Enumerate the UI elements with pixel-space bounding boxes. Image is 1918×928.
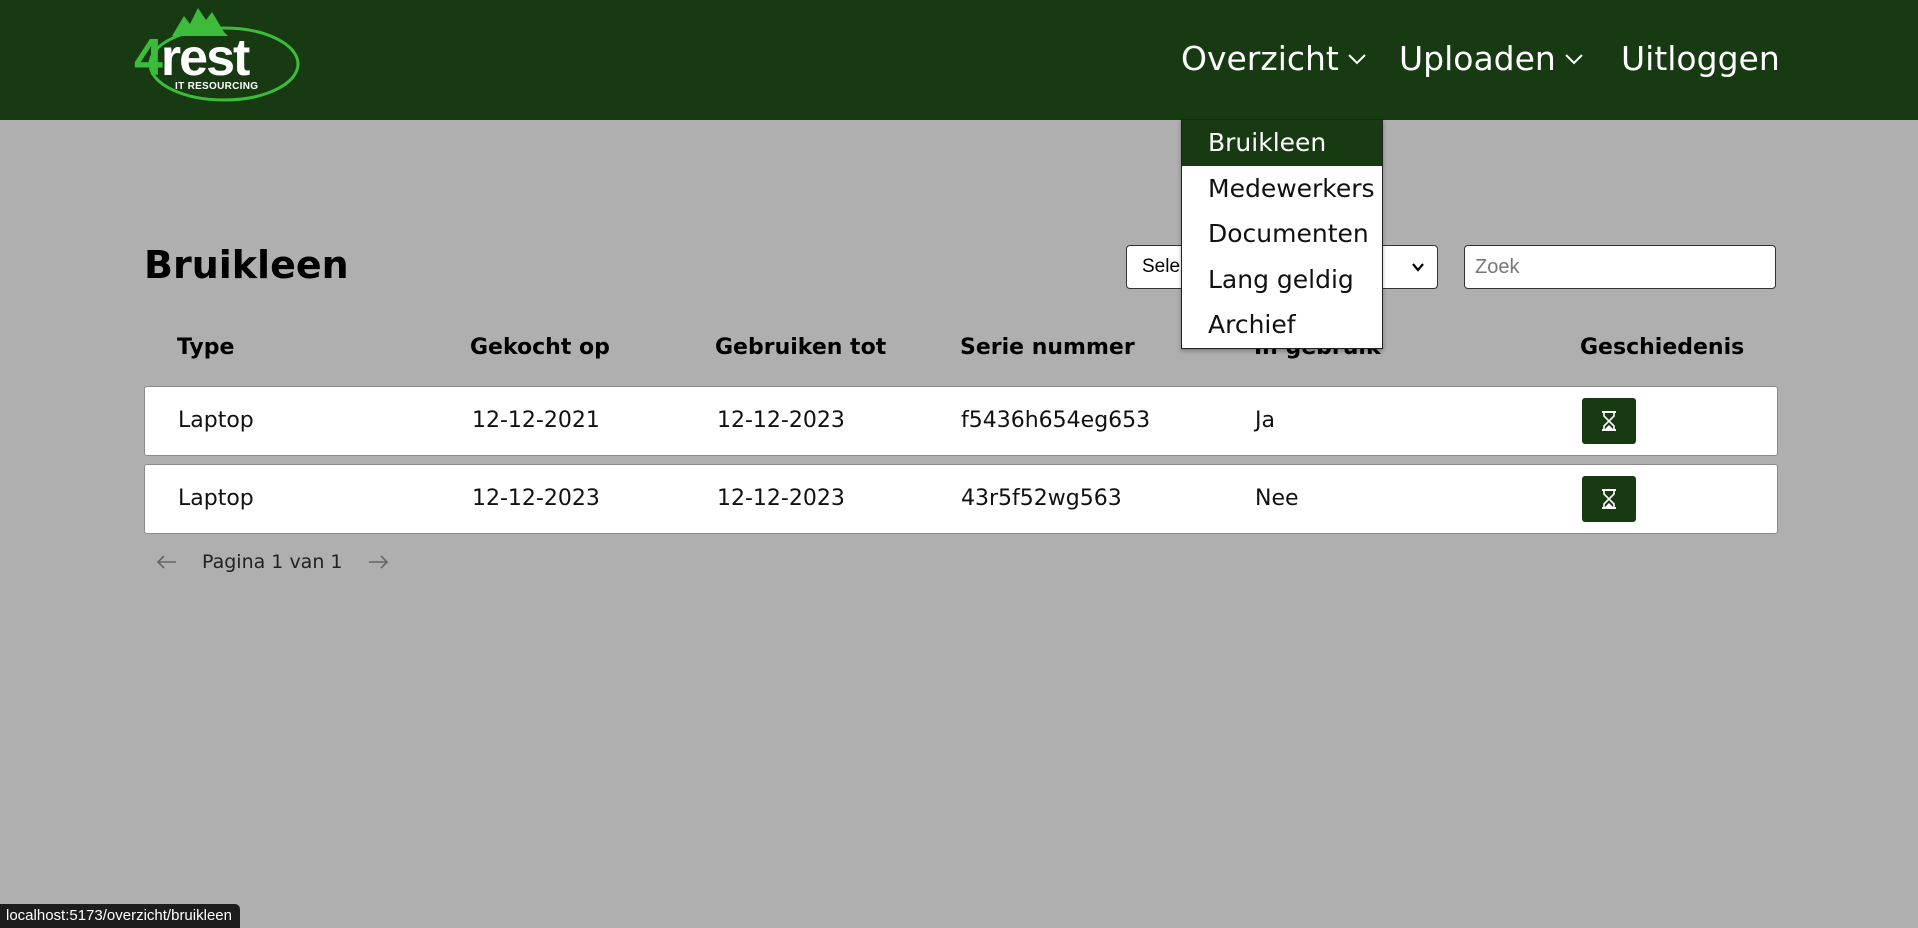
history-button[interactable] [1582, 398, 1636, 444]
arrow-right-icon[interactable] [367, 555, 389, 569]
cell-gebruiken-tot: 12-12-2023 [717, 486, 845, 511]
pagination-label: Pagina 1 van 1 [202, 551, 343, 573]
cell-gebruiken-tot: 12-12-2023 [717, 408, 845, 433]
top-navbar: 4rest IT RESOURCING Overzicht Uploaden U… [0, 0, 1918, 120]
nav-overzicht[interactable]: Overzicht [1181, 36, 1367, 82]
cell-in-gebruik: Ja [1255, 408, 1275, 433]
hourglass-icon [1602, 489, 1616, 509]
column-header-type: Type [177, 335, 235, 360]
history-button[interactable] [1582, 476, 1636, 522]
search-input[interactable] [1464, 245, 1776, 289]
menu-item-medewerkers[interactable]: Medewerkers [1182, 166, 1382, 212]
cell-type: Laptop [178, 408, 254, 433]
arrow-left-icon[interactable] [156, 555, 178, 569]
nav-overzicht-label: Overzicht [1181, 39, 1339, 78]
logo-4rest[interactable]: 4rest IT RESOURCING [132, 6, 300, 110]
cell-serie-nummer: 43r5f52wg563 [961, 486, 1122, 511]
cell-type: Laptop [178, 486, 254, 511]
logo-subtitle: IT RESOURCING [175, 81, 259, 92]
cell-serie-nummer: f5436h654eg653 [961, 408, 1151, 433]
cell-gekocht-op: 12-12-2023 [472, 486, 600, 511]
column-header-geschiedenis: Geschiedenis [1580, 335, 1745, 360]
nav-uitloggen[interactable]: Uitloggen [1621, 36, 1780, 82]
column-header-serie-nummer: Serie nummer [960, 335, 1135, 360]
table-header: Type Gekocht op Gebruiken tot Serie numm… [0, 333, 1918, 363]
chevron-down-icon [1348, 54, 1366, 65]
chevron-down-icon [1412, 263, 1424, 272]
filter-select-value: Sele [1142, 256, 1181, 277]
menu-item-lang-geldig[interactable]: Lang geldig [1182, 257, 1382, 303]
hourglass-icon [1602, 411, 1616, 431]
menu-item-bruikleen[interactable]: Bruikleen [1182, 120, 1382, 166]
nav-uploaden[interactable]: Uploaden [1399, 36, 1584, 82]
menu-item-archief[interactable]: Archief [1182, 302, 1382, 348]
column-header-gekocht-op: Gekocht op [470, 335, 610, 360]
browser-status-url: localhost:5173/overzicht/bruikleen [0, 904, 240, 928]
table-row: Laptop 12-12-2021 12-12-2023 f5436h654eg… [144, 386, 1778, 456]
column-header-gebruiken-tot: Gebruiken tot [715, 335, 887, 360]
overzicht-dropdown-menu: Bruikleen Medewerkers Documenten Lang ge… [1181, 119, 1383, 349]
nav-uitloggen-label: Uitloggen [1621, 39, 1780, 78]
nav-uploaden-label: Uploaden [1399, 39, 1556, 78]
page-title: Bruikleen [144, 243, 349, 287]
logo-wordmark: 4rest [134, 29, 250, 87]
cell-gekocht-op: 12-12-2021 [472, 408, 600, 433]
menu-item-documenten[interactable]: Documenten [1182, 211, 1382, 257]
chevron-down-icon [1565, 54, 1583, 65]
pagination: Pagina 1 van 1 [156, 548, 389, 576]
table-row: Laptop 12-12-2023 12-12-2023 43r5f52wg56… [144, 464, 1778, 534]
cell-in-gebruik: Nee [1255, 486, 1299, 511]
